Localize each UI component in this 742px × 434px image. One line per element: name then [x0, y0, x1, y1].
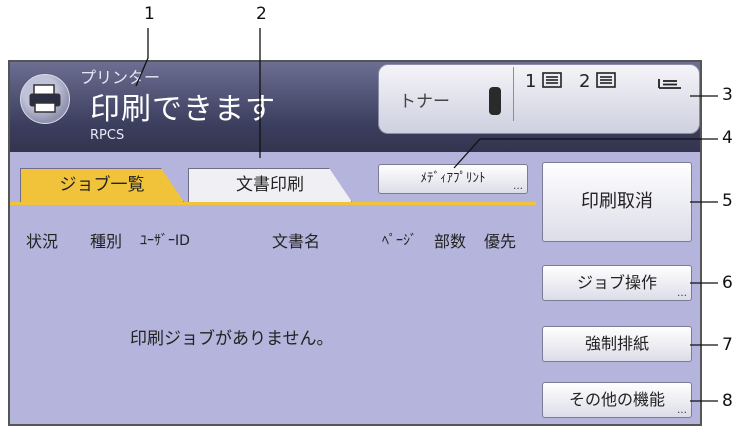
column-copies: 部数: [434, 232, 467, 251]
status-text: 印刷できます: [90, 92, 276, 127]
status-header: プリンター 印刷できます RPCS トナー 1 2: [10, 62, 700, 152]
callout-6: 6: [722, 273, 733, 293]
callout-8: 8: [722, 391, 733, 411]
column-page: ﾍﾟｰｼﾞ: [382, 233, 417, 249]
tab-document-print[interactable]: 文書印刷: [188, 168, 352, 202]
tab-job-list[interactable]: ジョブ一覧: [20, 168, 184, 202]
form-feed-button[interactable]: 強制排紙: [542, 326, 692, 362]
callout-7: 7: [722, 335, 733, 355]
bypass-tray-icon: [657, 75, 683, 94]
callout-3: 3: [722, 85, 733, 105]
empty-job-message: 印刷ジョブがありません。: [130, 329, 334, 349]
more-icon: …: [513, 181, 523, 192]
cancel-print-button[interactable]: 印刷取消: [542, 162, 692, 242]
job-operation-label: ジョブ操作: [576, 273, 657, 292]
more-icon: …: [677, 405, 687, 416]
callout-1: 1: [144, 4, 155, 24]
tray-1-label: 1: [525, 71, 537, 92]
column-status: 状況: [26, 232, 59, 251]
panel-divider: [513, 67, 514, 121]
column-user-id: ﾕｰｻﾞｰID: [140, 233, 190, 249]
callout-5: 5: [722, 191, 733, 211]
tray-icon: [596, 72, 616, 88]
job-operation-button[interactable]: ジョブ操作 …: [542, 265, 692, 301]
other-functions-button[interactable]: その他の機能 …: [542, 382, 692, 418]
toner-label: トナー: [399, 92, 450, 112]
toner-bar-icon: [489, 87, 501, 115]
tray-icon: [542, 72, 562, 88]
column-priority: 優先: [484, 232, 517, 251]
callout-4: 4: [722, 128, 733, 148]
printer-screen: プリンター 印刷できます RPCS トナー 1 2 ジョブ一覧 文書印刷 ﾒﾃﾞ…: [8, 60, 702, 426]
column-type: 種別: [90, 232, 123, 251]
column-document-name: 文書名: [272, 232, 321, 251]
media-print-label: ﾒﾃﾞｨｱﾌﾟﾘﾝﾄ: [420, 171, 486, 186]
tab-underline: [10, 202, 536, 205]
printer-language: RPCS: [90, 128, 125, 143]
tray-2-label: 2: [579, 71, 591, 92]
toner-tray-panel[interactable]: トナー 1 2: [378, 64, 700, 134]
media-print-button[interactable]: ﾒﾃﾞｨｱﾌﾟﾘﾝﾄ …: [378, 164, 528, 194]
tray-1-status: 1: [525, 71, 562, 92]
more-icon: …: [677, 288, 687, 299]
other-functions-label: その他の機能: [568, 390, 665, 409]
callout-2: 2: [256, 4, 267, 24]
tray-2-status: 2: [579, 71, 616, 92]
printer-icon: [20, 74, 70, 124]
